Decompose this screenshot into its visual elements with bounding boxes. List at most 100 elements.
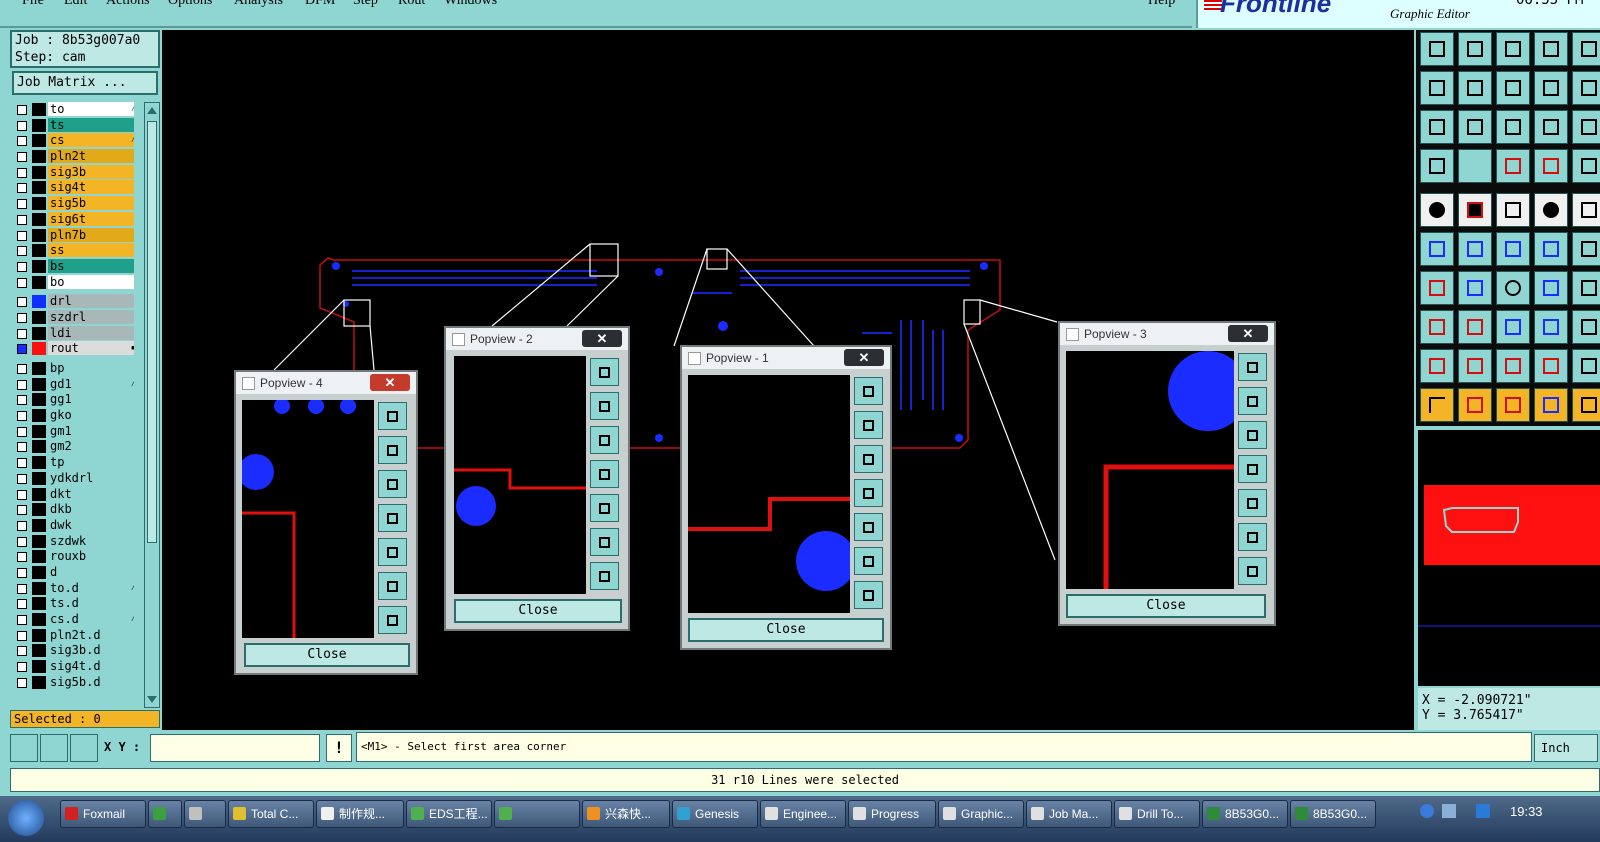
misc-icon[interactable] [1572,271,1600,305]
pointer-edit-icon[interactable] [1496,388,1530,422]
popview-3[interactable]: Popview - 3 ✕ Close [1058,321,1276,626]
zoom-in-icon[interactable] [854,547,883,575]
layer-checkbox[interactable] [17,458,27,469]
layer-row-18[interactable]: gg1 [10,392,134,408]
taskbar-item-app-3[interactable] [494,800,580,828]
layer-name[interactable]: dkb [48,502,134,517]
scroll-thumb[interactable] [147,121,157,543]
pan-up-icon[interactable] [590,392,619,420]
layer-checkbox[interactable] [17,630,27,641]
triangle-icon[interactable] [1420,349,1454,383]
layer-color-swatch[interactable] [32,675,46,689]
layer-checkbox[interactable] [17,328,27,339]
layer-row-13[interactable]: szdrl [10,309,134,326]
layer-name[interactable]: d [48,564,134,579]
layer-checkbox[interactable] [17,261,27,272]
layer-row-24[interactable]: dkt [10,486,134,503]
layer-color-swatch[interactable] [32,326,46,340]
layer-color-swatch[interactable] [32,644,46,658]
layer-row-34[interactable]: sig3b.d [10,643,134,659]
shape-icon[interactable] [1572,310,1600,344]
layer-checkbox[interactable] [17,183,27,194]
layer-color-swatch[interactable] [32,310,46,324]
zoom-in-icon[interactable] [378,572,407,600]
layer-checkbox[interactable] [17,136,27,147]
window-icon[interactable] [1534,32,1568,66]
taskbar-item-foxmail[interactable]: Foxmail [60,800,146,828]
layer-row-9[interactable]: ss [10,243,134,259]
layer-name[interactable]: ydkdrl [48,470,134,485]
layer-color-swatch[interactable] [32,212,46,226]
pointer-route-icon[interactable] [1534,388,1568,422]
layer-row-36[interactable]: sig5b.d [10,674,134,691]
layer-row-35[interactable]: sig4t.d [10,659,134,675]
pan-right-icon[interactable] [854,513,883,541]
layer-checkbox[interactable] [17,411,27,422]
layer-row-19[interactable]: gko [10,408,134,424]
layer-color-swatch[interactable] [32,393,46,407]
layer-checkbox[interactable] [17,662,27,673]
pan-left-icon[interactable] [1420,71,1454,105]
layer-row-21[interactable]: gm2 [10,439,134,455]
layer-checkbox[interactable] [17,344,27,355]
start-button-icon[interactable] [8,800,44,836]
pan-up-icon[interactable] [378,436,407,464]
move-up-icon[interactable] [1420,32,1454,66]
pan-right-icon[interactable] [590,494,619,522]
popview-4-titlebar[interactable]: Popview - 4 ✕ [236,372,416,394]
layer-color-swatch[interactable] [32,424,46,438]
layer-row-27[interactable]: szdwk [10,533,134,550]
tray-app-icon[interactable] [1476,804,1490,818]
pan-left-icon[interactable] [590,460,619,488]
layer-color-swatch[interactable] [32,134,46,148]
pointer-extra-icon[interactable] [1572,388,1600,422]
layer-checkbox[interactable] [17,536,27,547]
overview-map[interactable] [1418,430,1600,686]
taskbar-item-excel-1[interactable]: 8B53G0... [1202,800,1288,828]
layer-name[interactable]: sig4t [48,180,134,195]
layer-name[interactable]: cs.d ⁄ [48,612,134,626]
layer-compare-icon[interactable] [1496,149,1530,183]
layer-name[interactable]: pln2t [48,149,134,164]
delete-icon[interactable] [1458,232,1492,266]
units-select[interactable]: Inch [1534,734,1598,762]
menu-analysis[interactable]: Analysis [234,0,283,9]
pad-select-icon[interactable] [1420,310,1454,344]
popview-4-close-button[interactable]: Close [244,643,410,667]
menu-step[interactable]: Step [353,0,378,9]
taskbar-item-job-matrix[interactable]: Job Ma... [1026,800,1112,828]
layer-checkbox[interactable] [17,277,27,288]
layer-name[interactable]: cs ⁄ [48,133,134,148]
layer-name[interactable]: szdrl [48,309,134,324]
scroll-up-icon[interactable] [147,107,157,114]
layer-color-swatch[interactable] [32,228,46,242]
taskbar-item-xingsen[interactable]: 兴森快... [582,800,670,828]
layer-color-swatch[interactable] [32,244,46,258]
line-select-icon[interactable] [1458,310,1492,344]
popview-1-close-icon[interactable]: ✕ [844,349,884,366]
resize-icon[interactable] [1496,310,1530,344]
taskbar-item-doc[interactable]: 制作规... [316,800,404,828]
text-d-icon[interactable] [1572,349,1600,383]
zoom-in-icon[interactable] [590,528,619,556]
tray-help-icon[interactable] [1420,804,1434,818]
menu-actions[interactable]: Actions [106,0,150,9]
layer-name[interactable]: sig5b.d [48,674,134,689]
layer-row-31[interactable]: ts.d [10,596,134,612]
menu-edit[interactable]: Edit [64,0,87,9]
layer-color-swatch[interactable] [32,487,46,501]
layer-name[interactable]: bs [48,258,134,273]
zoom-fit-icon[interactable] [378,402,407,430]
layer-checkbox[interactable] [17,426,27,437]
home-icon[interactable] [1496,32,1530,66]
layer-color-swatch[interactable] [32,518,46,532]
settings-icon[interactable] [1420,149,1454,183]
layer-checkbox[interactable] [17,395,27,406]
popview-2-titlebar[interactable]: Popview - 2 ✕ [446,328,628,350]
popview-3-close-button[interactable]: Close [1066,594,1266,618]
pan-down-icon[interactable] [378,470,407,498]
pan-down-icon[interactable] [1238,421,1267,449]
layer-name[interactable]: sig3b.d [48,643,134,658]
move-feature-icon[interactable] [1496,232,1530,266]
pan-left-icon[interactable] [378,504,407,532]
